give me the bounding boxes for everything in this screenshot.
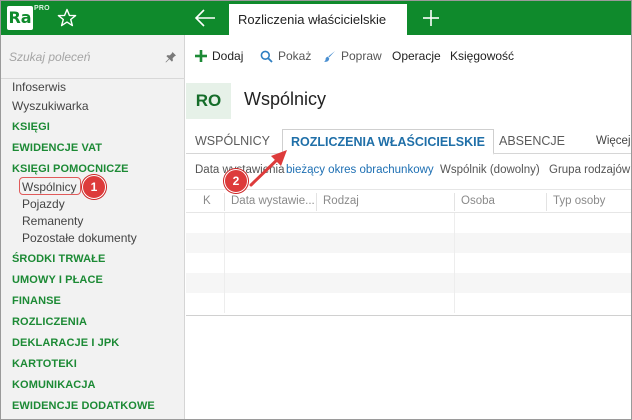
table-row[interactable] [186,273,631,293]
main-toolbar: Dodaj Pokaż Popraw Operacje Księgowość [186,35,631,73]
column-rodzaj[interactable]: Rodzaj [323,195,359,207]
logo-pro-badge: PRO [34,5,50,12]
column-osoba[interactable]: Osoba [461,195,495,207]
sidebar-item-remanenty[interactable]: Remanenty [22,213,83,229]
new-tab-plus-icon[interactable] [421,8,441,28]
sidebar: Infoserwis Wyszukiwarka KSIĘGI EWIDENCJE… [1,35,185,419]
filter-partner[interactable]: Wspólnik (dowolny) [440,164,540,176]
sidebar-item-ewidencje-vat[interactable]: EWIDENCJE VAT [12,140,102,156]
edit-button[interactable]: Popraw [323,48,382,64]
wspolnicy-highlight-outline [19,177,81,195]
star-icon[interactable] [57,8,77,28]
tab-more[interactable]: Więcej [596,129,631,154]
top-bar: Ra PRO Rozliczenia właścicielskie [1,1,631,35]
sidebar-item-wyszukiwarka[interactable]: Wyszukiwarka [12,98,89,114]
pin-icon[interactable] [164,50,177,63]
add-button-label: Dodaj [212,49,244,63]
accounting-menu-label: Księgowość [450,49,515,63]
brush-icon [324,50,335,62]
sidebar-item-finanse[interactable]: FINANSE [12,293,61,309]
sidebar-item-kartoteki[interactable]: KARTOTEKI [12,356,77,372]
grid-bottom-border [186,315,631,316]
table-row[interactable] [186,213,631,233]
column-k[interactable]: K [203,195,211,207]
app-logo[interactable]: Ra PRO [7,5,50,31]
sidebar-item-umowy-i-place[interactable]: UMOWY I PŁACE [12,272,103,288]
sidebar-item-komunikacja[interactable]: KOMUNIKACJA [12,377,96,393]
tab-absencje[interactable]: ABSENCJE [499,129,565,154]
app-window: Ra PRO Rozliczenia właścicielskie Infose… [0,0,632,420]
magnifier-icon [260,50,273,63]
column-separator [224,193,225,211]
column-typ-osoby[interactable]: Typ osoby [553,195,605,207]
tab-rozliczenia-wlascicielskie[interactable]: Rozliczenia właścicielskie [229,4,407,35]
tab-rozliczenia-wlascicielskie-content[interactable]: ROZLICZENIA WŁAŚCICIELSKIE [282,129,494,155]
command-search [1,41,185,79]
sidebar-item-pozostale-dokumenty[interactable]: Pozostałe dokumenty [22,230,137,246]
operations-menu[interactable]: Operacje [392,48,441,64]
table-row[interactable] [186,293,631,313]
filter-group[interactable]: Grupa rodzajów [549,164,630,176]
data-grid: K Data wystawie... Rodzaj Osoba Typ osob… [186,189,631,319]
page-title: Wspólnicy [244,89,327,109]
column-separator [316,193,317,211]
operations-menu-label: Operacje [392,49,441,63]
column-separator [546,193,547,211]
sidebar-item-infoserwis[interactable]: Infoserwis [12,79,66,95]
column-separator [454,193,455,211]
grid-column-line [454,213,455,313]
table-row[interactable] [186,253,631,273]
show-button-label: Pokaż [278,49,312,63]
grid-column-line [224,213,225,313]
sidebar-item-rozliczenia[interactable]: ROZLICZENIA [12,314,87,330]
command-search-input[interactable] [9,49,159,65]
accounting-menu[interactable]: Księgowość [450,48,514,64]
back-arrow-icon[interactable] [194,8,216,28]
grid-header: K Data wystawie... Rodzaj Osoba Typ osob… [186,189,631,213]
sidebar-item-ewidencje-dodatkowe[interactable]: EWIDENCJE DODATKOWE [12,398,155,414]
column-data-wystawienia[interactable]: Data wystawie... [231,195,315,207]
table-row[interactable] [186,233,631,253]
show-button[interactable]: Pokaż [260,48,311,64]
logo-mark: Ra [7,6,33,30]
filter-period-link[interactable]: bieżący okres obrachunkowy [286,164,434,176]
annotation-arrow-icon [249,150,287,187]
sidebar-item-srodki-trwale[interactable]: ŚRODKI TRWAŁE [12,251,105,267]
sidebar-item-deklaracje-i-jpk[interactable]: DEKLARACJE I JPK [12,335,119,351]
step-badge-1: 1 [82,175,106,199]
edit-button-label: Popraw [341,49,382,63]
add-button[interactable]: Dodaj [195,48,243,64]
sidebar-item-ksiegi-pomocnicze[interactable]: KSIĘGI POMOCNICZE [12,161,129,177]
plus-icon [195,50,207,62]
step-badge-2: 2 [224,169,248,193]
page-header: RO Wspólnicy [186,83,631,119]
sidebar-item-pojazdy[interactable]: Pojazdy [22,196,65,212]
sidebar-item-ksiegi[interactable]: KSIĘGI [12,119,50,135]
module-code-badge: RO [186,83,231,119]
